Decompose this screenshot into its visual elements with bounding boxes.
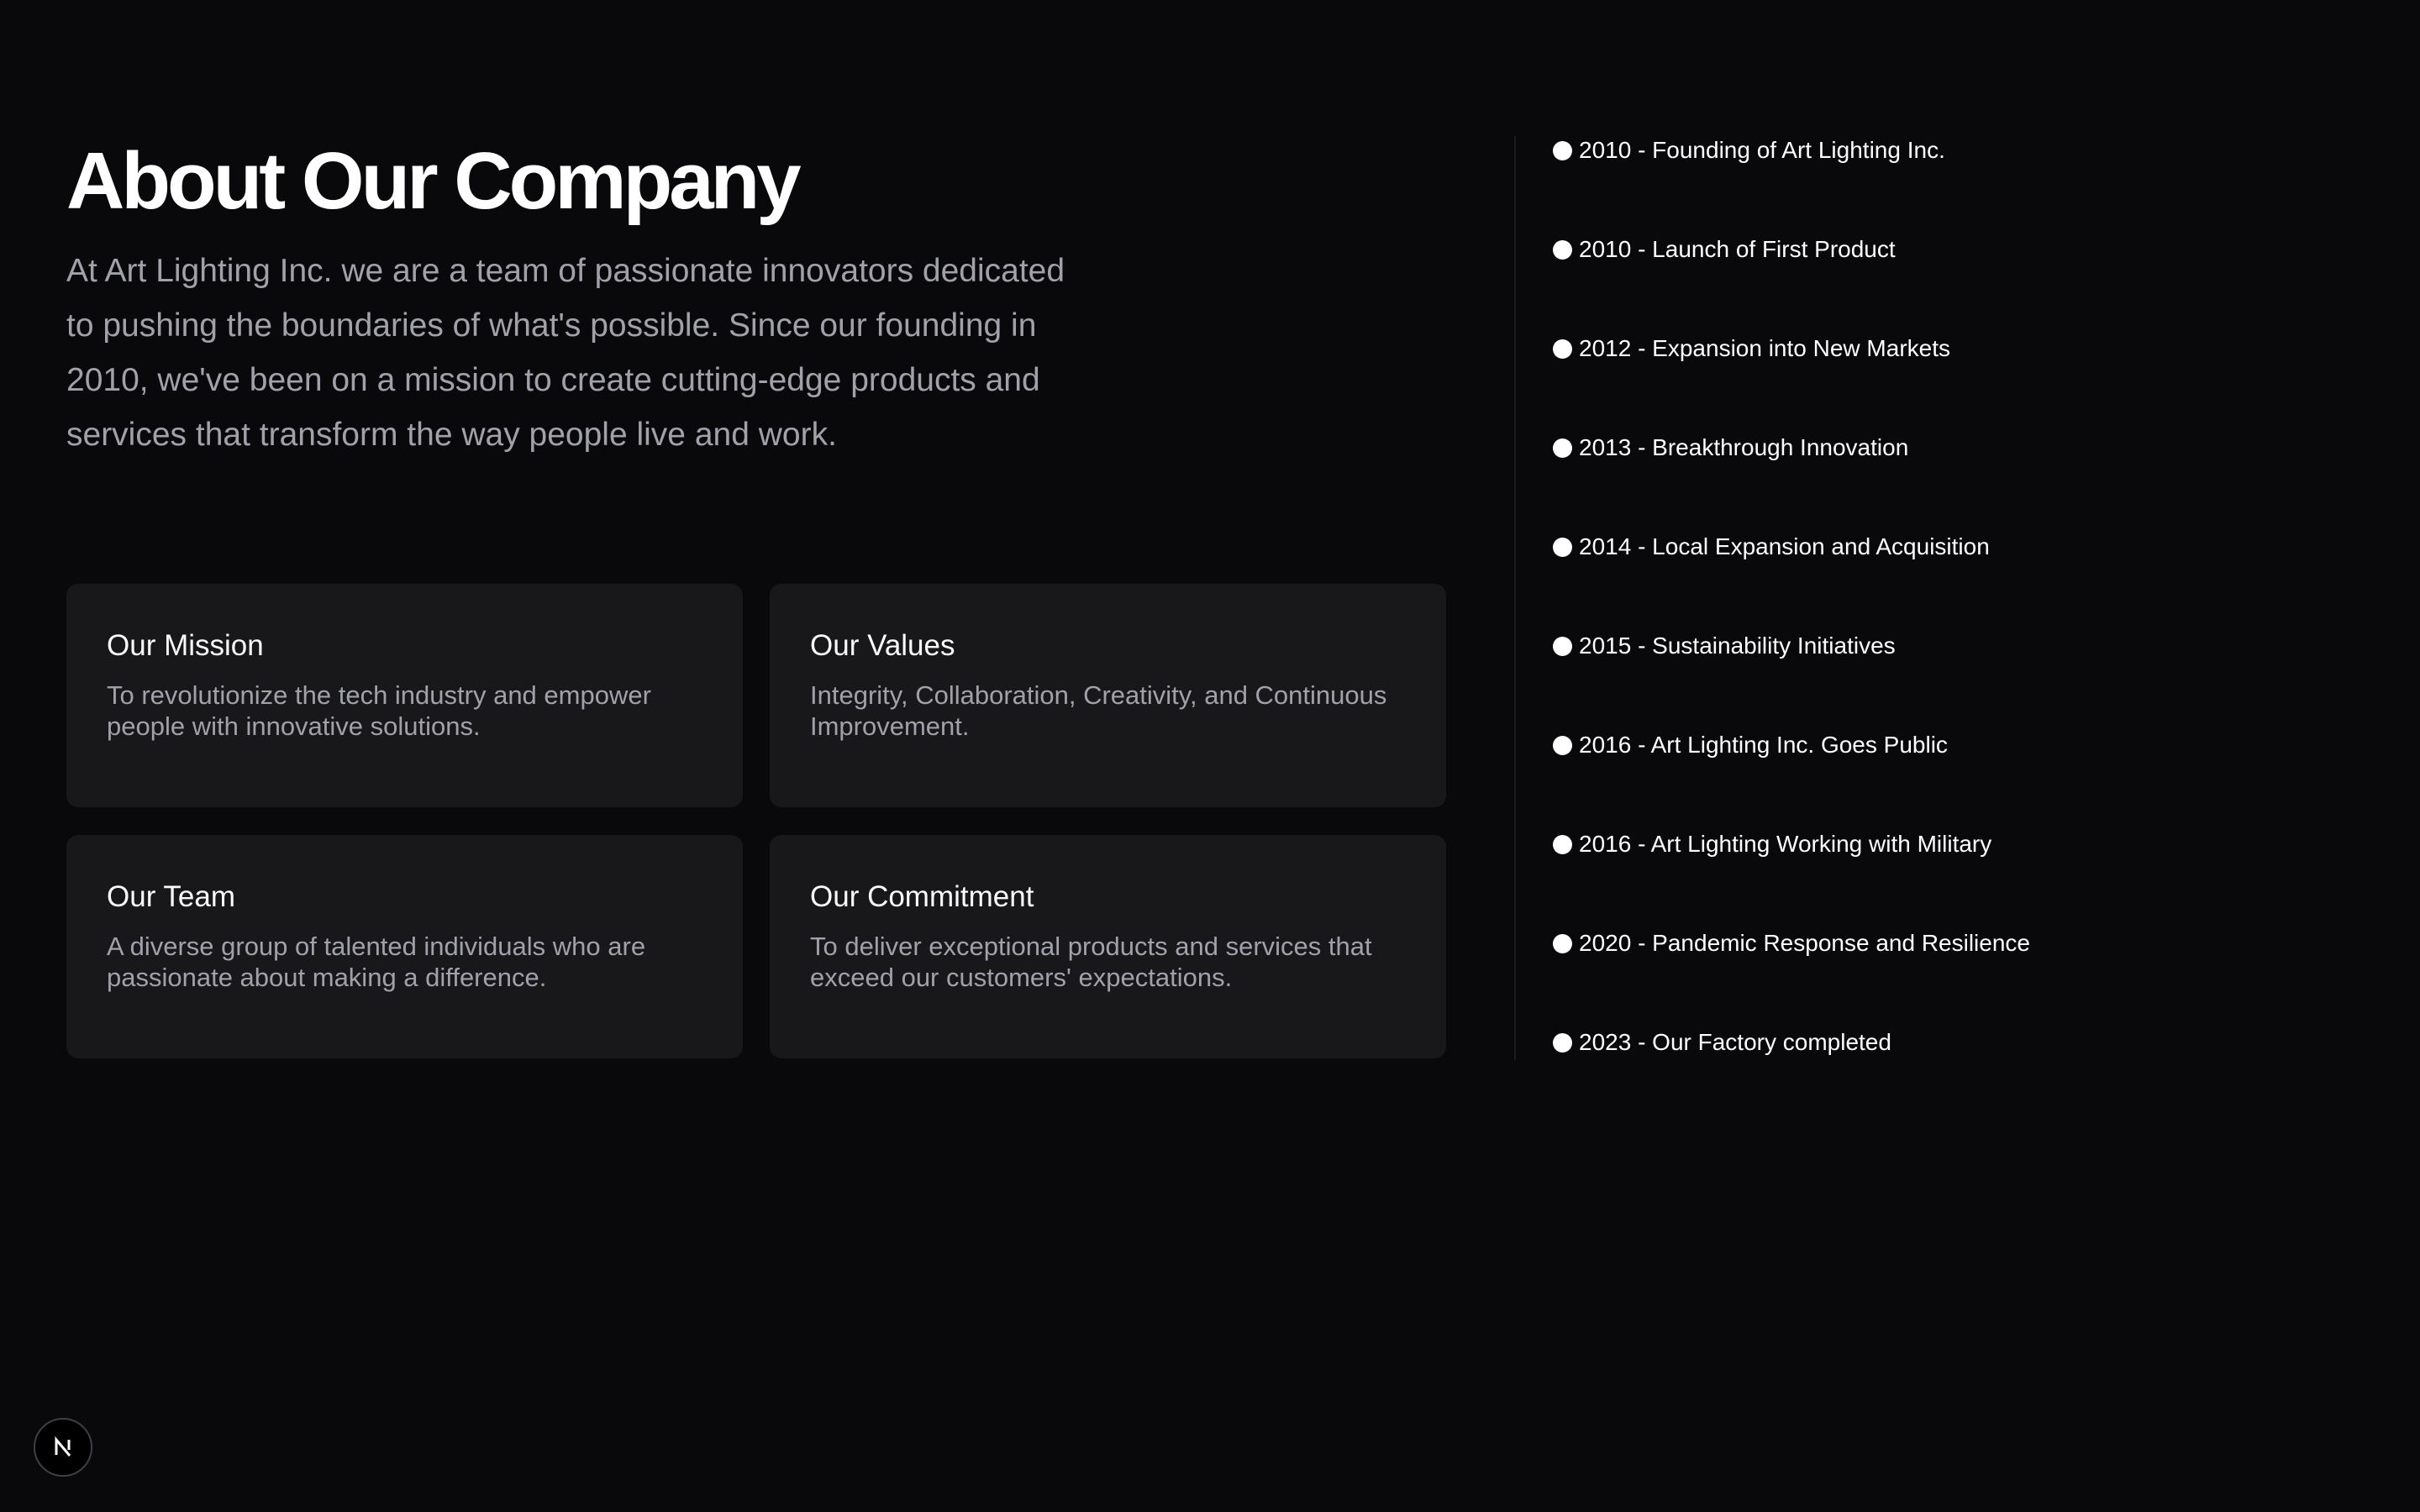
timeline-item: 2014 - Local Expansion and Acquisition — [1553, 531, 2030, 563]
timeline-dot-icon — [1553, 140, 1572, 160]
about-page: About Our Company At Art Lighting Inc. w… — [0, 0, 2420, 1512]
timeline-item-label: 2016 - Art Lighting Inc. Goes Public — [1579, 732, 1948, 758]
timeline-item-label: 2023 - Our Factory completed — [1579, 1029, 1891, 1055]
card-text: Integrity, Collaboration, Creativity, an… — [810, 680, 1387, 741]
intro-paragraph: At Art Lighting Inc. we are a team of pa… — [66, 253, 1065, 453]
timeline-item-label: 2020 - Pandemic Response and Resilience — [1579, 930, 2030, 956]
card-title: Our Team — [107, 880, 236, 913]
timeline-item-label: 2014 - Local Expansion and Acquisition — [1579, 533, 1990, 559]
card-mission: Our Mission To revolutionize the tech in… — [66, 584, 743, 807]
timeline-item-label: 2016 - Art Lighting Working with Militar… — [1579, 831, 1992, 857]
timeline-item-label: 2015 - Sustainability Initiatives — [1579, 633, 1896, 659]
card-text: To revolutionize the tech industry and e… — [107, 680, 651, 741]
card-title: Our Commitment — [810, 880, 1034, 913]
timeline-item: 2020 - Pandemic Response and Resilience — [1553, 927, 2030, 959]
timeline-item-label: 2012 - Expansion into New Markets — [1579, 335, 1950, 361]
timeline-item: 2015 - Sustainability Initiatives — [1553, 630, 2030, 662]
company-timeline: 2010 - Founding of Art Lighting Inc. 201… — [1553, 134, 2030, 1058]
card-title: Our Values — [810, 629, 955, 662]
timeline-dot-icon — [1553, 239, 1572, 260]
page-title: About Our Company — [66, 136, 802, 226]
timeline-dot-icon — [1553, 735, 1572, 755]
timeline-dot-icon — [1553, 537, 1572, 557]
card-values: Our Values Integrity, Collaboration, Cre… — [770, 584, 1446, 807]
timeline-dot-icon — [1553, 339, 1572, 359]
card-commitment: Our Commitment To deliver exceptional pr… — [770, 835, 1446, 1058]
about-section: About Our Company At Art Lighting Inc. w… — [66, 134, 1446, 1058]
timeline-item: 2010 - Founding of Art Lighting Inc. — [1553, 134, 2030, 166]
timeline-item-label: 2010 - Launch of First Product — [1579, 236, 1896, 262]
timeline-item: 2016 - Art Lighting Inc. Goes Public — [1553, 729, 2030, 761]
card-text: A diverse group of talented individuals … — [107, 932, 646, 992]
nextjs-logo-icon — [55, 1436, 71, 1457]
card-title: Our Mission — [107, 629, 264, 662]
timeline-item-label: 2010 - Founding of Art Lighting Inc. — [1579, 137, 1945, 163]
card-team: Our Team A diverse group of talented ind… — [66, 835, 743, 1058]
timeline-item: 2016 - Art Lighting Working with Militar… — [1553, 828, 2030, 860]
card-text: To deliver exceptional products and serv… — [810, 932, 1372, 992]
timeline-item-label: 2013 - Breakthrough Innovation — [1579, 434, 1909, 460]
timeline-divider — [1514, 136, 1516, 1060]
timeline-dot-icon — [1553, 636, 1572, 656]
timeline-dot-icon — [1553, 933, 1572, 953]
timeline-item: 2012 - Expansion into New Markets — [1553, 333, 2030, 365]
timeline-item: 2013 - Breakthrough Innovation — [1553, 432, 2030, 464]
timeline-item: 2023 - Our Factory completed — [1553, 1026, 2030, 1058]
timeline-dot-icon — [1553, 1032, 1572, 1053]
timeline-item: 2010 - Launch of First Product — [1553, 234, 2030, 265]
info-cards-grid: Our Mission To revolutionize the tech in… — [66, 584, 1446, 1058]
timeline-dot-icon — [1553, 438, 1572, 458]
timeline-dot-icon — [1553, 834, 1572, 854]
nextjs-dev-badge[interactable] — [34, 1418, 92, 1477]
